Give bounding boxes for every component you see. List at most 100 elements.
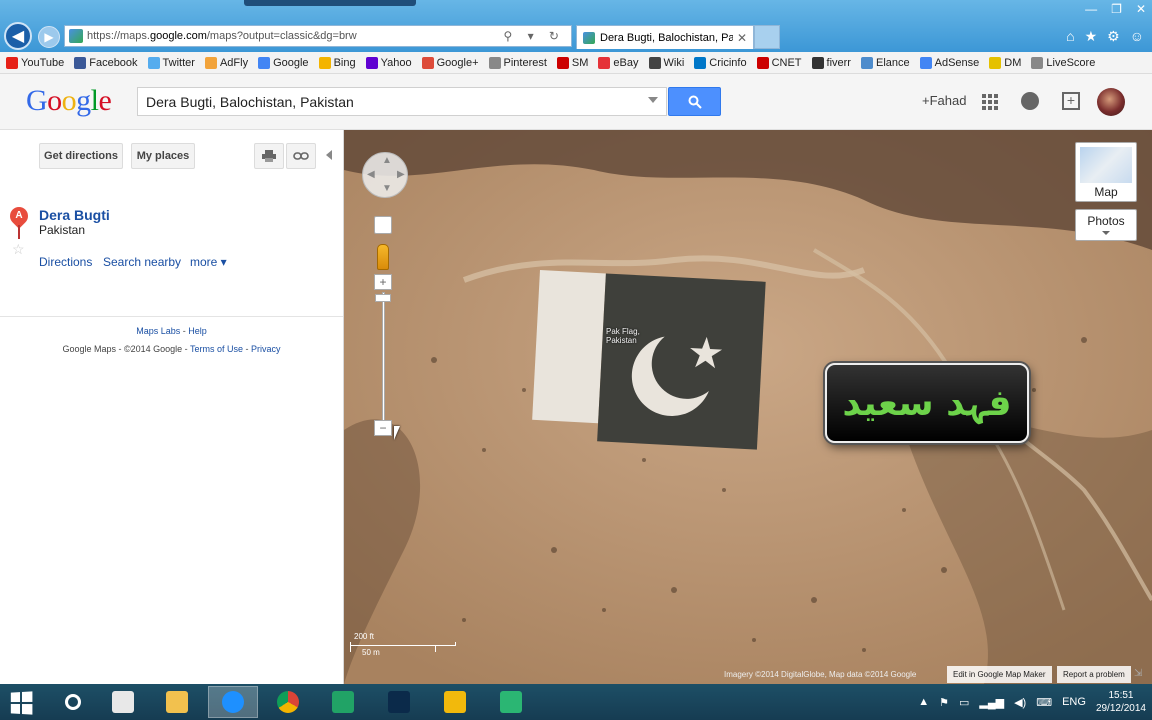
pan-left-icon[interactable]: ◀ bbox=[367, 169, 375, 180]
forward-button[interactable]: ▶ bbox=[38, 26, 60, 48]
favorite-link[interactable]: AdFly bbox=[204, 56, 249, 69]
zoom-slider-handle[interactable] bbox=[375, 294, 391, 302]
privacy-link[interactable]: Privacy bbox=[251, 344, 281, 354]
directions-link[interactable]: Directions bbox=[39, 255, 92, 269]
windows-start-icon[interactable] bbox=[10, 691, 33, 715]
back-button[interactable]: ◀ bbox=[4, 22, 32, 50]
get-directions-button[interactable]: Get directions bbox=[39, 143, 123, 169]
zoom-in-button[interactable]: + bbox=[374, 274, 392, 290]
minimize-icon[interactable]: — bbox=[1085, 2, 1097, 16]
favorite-link[interactable]: SM bbox=[556, 56, 588, 69]
new-tab-button[interactable] bbox=[754, 25, 780, 49]
favorite-link[interactable]: Yahoo bbox=[365, 56, 412, 69]
favorite-link[interactable]: Elance bbox=[860, 56, 910, 69]
satellite-map[interactable]: ▲ ▼ ◀ ▶ + − Map Photos Pak Flag, Pakista… bbox=[344, 130, 1152, 684]
scale-feet: 200 ft bbox=[354, 632, 375, 641]
language-indicator[interactable]: ENG bbox=[1062, 696, 1086, 708]
terms-link[interactable]: Terms of Use bbox=[190, 344, 243, 354]
restore-icon[interactable]: ❐ bbox=[1111, 2, 1122, 16]
zoom-out-button[interactable]: − bbox=[374, 420, 392, 436]
store-icon bbox=[332, 691, 354, 713]
address-bar[interactable]: https://maps. google.com/maps?output=clas… bbox=[64, 25, 572, 47]
satellite-imagery bbox=[344, 130, 1152, 684]
more-dropdown-link[interactable]: more ▾ bbox=[190, 255, 227, 269]
resize-corner-icon[interactable]: ⇲ bbox=[1134, 668, 1142, 679]
taskbar-internet-explorer-button[interactable] bbox=[208, 686, 258, 718]
reset-view-icon[interactable] bbox=[374, 216, 392, 234]
report-problem-link[interactable]: Report a problem bbox=[1057, 666, 1131, 683]
address-actions-icon[interactable]: ⚲ ▾ ↻ bbox=[503, 29, 565, 43]
favorite-link[interactable]: eBay bbox=[598, 56, 639, 69]
taskbar-explorer-button[interactable] bbox=[152, 686, 202, 718]
map-type-photos-button[interactable]: Photos bbox=[1075, 209, 1137, 241]
logo-letter: G bbox=[26, 84, 48, 117]
battery-icon[interactable]: ▭ bbox=[959, 696, 969, 709]
search-input[interactable]: Dera Bugti, Balochistan, Pakistan bbox=[137, 87, 667, 116]
notifications-bell-icon[interactable] bbox=[1021, 92, 1039, 110]
tab-maps[interactable]: Dera Bugti, Balochistan, Pa... ✕ bbox=[576, 25, 754, 49]
taskbar-store-button[interactable] bbox=[318, 686, 368, 718]
collapse-panel-icon[interactable] bbox=[326, 150, 332, 160]
logo-letter: l bbox=[90, 84, 99, 117]
smiley-feedback-icon[interactable]: ☺ bbox=[1130, 28, 1144, 45]
zoom-slider[interactable] bbox=[382, 292, 385, 424]
taskbar-photoshop-button[interactable] bbox=[374, 686, 424, 718]
favorite-link[interactable]: Twitter bbox=[147, 56, 195, 69]
favorite-link[interactable]: fiverr bbox=[811, 56, 851, 69]
link-button[interactable] bbox=[286, 143, 316, 169]
pegman-icon[interactable] bbox=[377, 244, 389, 270]
maps-labs-link[interactable]: Maps Labs bbox=[136, 326, 180, 336]
favorite-link[interactable]: YouTube bbox=[6, 56, 64, 69]
map-type-map-button[interactable]: Map bbox=[1075, 142, 1137, 202]
my-places-button[interactable]: My places bbox=[131, 143, 195, 169]
favorite-link[interactable]: DM bbox=[989, 56, 1021, 69]
favorite-link[interactable]: CNET bbox=[756, 56, 802, 69]
favorite-label: AdFly bbox=[219, 56, 249, 69]
network-signal-icon[interactable]: ▂▄▆ bbox=[979, 696, 1004, 709]
settings-gear-icon[interactable]: ⚙ bbox=[1107, 28, 1120, 45]
edit-in-map-maker-link[interactable]: Edit in Google Map Maker bbox=[947, 666, 1052, 683]
favorite-link[interactable]: Pinterest bbox=[488, 56, 547, 69]
help-link[interactable]: Help bbox=[188, 326, 207, 336]
apps-grid-icon[interactable] bbox=[982, 94, 998, 110]
clock[interactable]: 15:51 29/12/2014 bbox=[1096, 689, 1146, 715]
taskbar-camtasia-button[interactable] bbox=[486, 686, 536, 718]
pan-control[interactable]: ▲ ▼ ◀ ▶ bbox=[362, 152, 408, 198]
home-icon[interactable]: ⌂ bbox=[1066, 28, 1074, 45]
star-icon[interactable]: ☆ bbox=[12, 241, 25, 258]
volume-icon[interactable]: ◀) bbox=[1014, 696, 1026, 709]
place-name-link[interactable]: Dera Bugti bbox=[39, 207, 110, 223]
taskbar-chrome-button[interactable] bbox=[263, 686, 313, 718]
share-plus-icon[interactable]: + bbox=[1062, 92, 1080, 110]
avatar[interactable] bbox=[1097, 88, 1125, 116]
pan-right-icon[interactable]: ▶ bbox=[397, 169, 405, 180]
taskbar-file-manager-button[interactable] bbox=[98, 686, 148, 718]
keyboard-icon[interactable]: ⌨ bbox=[1036, 696, 1052, 709]
print-button[interactable] bbox=[254, 143, 284, 169]
place-label-pak-flag[interactable]: Pak Flag, Pakistan bbox=[606, 327, 640, 345]
pan-up-icon[interactable]: ▲ bbox=[382, 155, 392, 166]
favorite-link[interactable]: Google bbox=[258, 56, 309, 69]
taskbar-media-button[interactable] bbox=[430, 686, 480, 718]
favorite-link[interactable]: Cricinfo bbox=[694, 56, 747, 69]
favorite-link[interactable]: AdSense bbox=[919, 56, 979, 69]
marker-tail bbox=[18, 225, 20, 239]
tray-expand-icon[interactable]: ▲ bbox=[918, 696, 929, 708]
favorites-star-icon[interactable]: ★ bbox=[1085, 28, 1098, 45]
favorite-link[interactable]: LiveScore bbox=[1031, 56, 1095, 69]
google-logo[interactable]: Google bbox=[26, 84, 112, 118]
search-nearby-link[interactable]: Search nearby bbox=[103, 255, 181, 269]
close-window-icon[interactable]: ✕ bbox=[1136, 2, 1146, 16]
user-name-link[interactable]: +Fahad bbox=[922, 93, 966, 108]
tab-close-icon[interactable]: ✕ bbox=[737, 31, 747, 45]
taskbar-search-button[interactable] bbox=[48, 686, 98, 718]
site-favicon-icon bbox=[69, 29, 83, 43]
favorite-link[interactable]: Wiki bbox=[648, 56, 684, 69]
search-dropdown-icon[interactable] bbox=[648, 97, 658, 103]
pan-down-icon[interactable]: ▼ bbox=[382, 183, 392, 194]
favorite-link[interactable]: Facebook bbox=[74, 56, 138, 69]
favorite-link[interactable]: Google+ bbox=[421, 56, 479, 69]
flag-tray-icon[interactable]: ⚑ bbox=[939, 696, 949, 709]
search-button[interactable] bbox=[668, 87, 721, 116]
favorite-link[interactable]: Bing bbox=[318, 56, 356, 69]
